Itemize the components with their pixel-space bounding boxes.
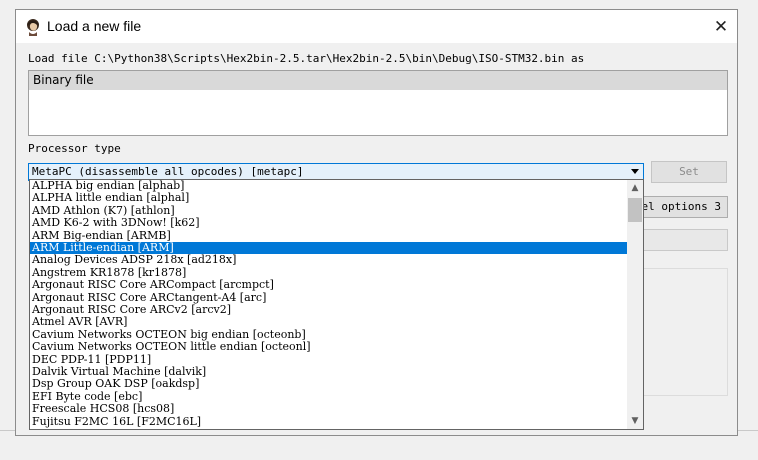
processor-option[interactable]: Argonaut RISC Core ARCv2 [arcv2] — [30, 304, 627, 316]
dropdown-scrollbar[interactable]: ▲ ▼ — [627, 180, 643, 429]
dialog-title: Load a new file — [47, 18, 142, 34]
processor-option[interactable]: Cavium Networks OCTEON big endian [octeo… — [30, 329, 627, 341]
dropdown-arrow-icon[interactable] — [631, 169, 639, 174]
set-button[interactable]: Set — [651, 161, 727, 183]
options-panel — [634, 268, 728, 396]
scrollbar-thumb[interactable] — [628, 198, 642, 222]
file-type-listbox[interactable]: Binary file — [28, 70, 728, 136]
processor-option[interactable]: AMD K6-2 with 3DNow! [k62] — [30, 217, 627, 229]
processor-option[interactable]: Freescale HCS08 [hcs08] — [30, 403, 627, 415]
load-file-label: Load file C:\Python38\Scripts\Hex2bin-2.… — [28, 52, 585, 65]
ida-app-icon — [27, 19, 39, 36]
kernel-options-label: el options 3 — [641, 200, 721, 213]
processor-option[interactable]: Analog Devices ADSP 218x [ad218x] — [30, 254, 627, 266]
scroll-down-arrow-icon[interactable]: ▼ — [627, 413, 643, 429]
processor-type-label: Processor type — [28, 142, 121, 155]
processor-option[interactable]: ALPHA big endian [alphab] — [30, 180, 627, 192]
processor-option[interactable]: Cavium Networks OCTEON little endian [oc… — [30, 341, 627, 353]
close-icon[interactable]: ✕ — [710, 16, 732, 38]
processor-option[interactable]: AMD Athlon (K7) [athlon] — [30, 205, 627, 217]
processor-option[interactable]: ARM Big-endian [ARMB] — [30, 230, 627, 242]
processor-option[interactable]: Argonaut RISC Core ARCtangent-A4 [arc] — [30, 292, 627, 304]
processor-option[interactable]: Fujitsu F2MC 16L [F2MC16L] — [30, 416, 627, 428]
processor-option[interactable]: Argonaut RISC Core ARCompact [arcmpct] — [30, 279, 627, 291]
file-type-item-binary[interactable]: Binary file — [29, 71, 727, 90]
processor-option[interactable]: Dalvik Virtual Machine [dalvik] — [30, 366, 627, 378]
processor-list-items: ALPHA big endian [alphab] ALPHA little e… — [30, 180, 627, 429]
kernel-options-button[interactable]: el options 3 — [634, 196, 728, 218]
processor-option[interactable]: Angstrem KR1878 [kr1878] — [30, 267, 627, 279]
processor-option[interactable]: ALPHA little endian [alphal] — [30, 192, 627, 204]
processor-dropdown-list[interactable]: ALPHA big endian [alphab] ALPHA little e… — [29, 179, 644, 430]
scroll-up-arrow-icon[interactable]: ▲ — [627, 180, 643, 196]
processor-option[interactable]: Atmel AVR [AVR] — [30, 316, 627, 328]
processor-option[interactable]: EFI Byte code [ebc] — [30, 391, 627, 403]
processor-selected-value: MetaPC (disassemble all opcodes) [metapc… — [32, 165, 304, 178]
processor-option[interactable]: DEC PDP-11 [PDP11] — [30, 354, 627, 366]
processor-option[interactable]: Dsp Group OAK DSP [oakdsp] — [30, 378, 627, 390]
title-bar: Load a new file ✕ — [16, 10, 737, 43]
processor-option[interactable]: ARM Little-endian [ARM] — [30, 242, 627, 255]
disabled-options-bar — [634, 229, 728, 251]
